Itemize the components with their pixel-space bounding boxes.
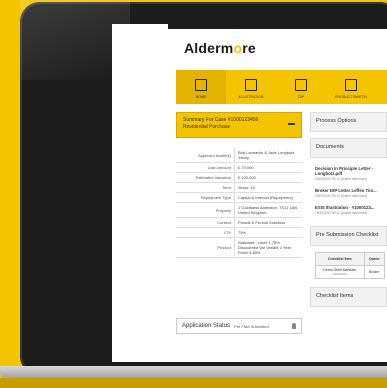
table-row: Repayment Type Capital & Interest (Repaym… (176, 192, 302, 203)
nav-product-switch[interactable]: PRODUCT SWITCH (326, 70, 376, 104)
nav-dip-label: DIP (298, 94, 304, 99)
case-summary-subtitle: Residential Purchase (183, 124, 231, 130)
checklist-header[interactable]: Pre Submission Checklist (310, 226, 387, 246)
table-row: Product Standard - Level 1 75% Discounted… (176, 237, 302, 258)
screen-left-margin (112, 24, 168, 362)
document-item[interactable]: ESIS Illustration - #1000123... 15/09/202… (310, 203, 387, 220)
application-status-value: Pre FMA Submitted (234, 323, 269, 329)
table-row: Property 1 Goldhaws Alderston, TS11 1AB U… (176, 202, 302, 218)
document-item[interactable]: Broker DIP Letter Leffen Tim... 15/09/202… (310, 186, 387, 203)
case-summary-title: Summary For Case #1000123456 (183, 117, 259, 123)
main-navigation: HOME ILLUSTRATION DIP PRODUCT SWITCH (176, 70, 387, 104)
documents-header[interactable]: Documents (310, 138, 387, 158)
house-check-icon (295, 78, 307, 91)
case-summary-header[interactable]: Summary For Case #1000123456 Residential… (176, 112, 302, 138)
table-header-row: Checklist Item Owner (315, 252, 386, 266)
nav-illustration-label: ILLUSTRATION (238, 94, 264, 99)
table-row: Estimated Valuation £ 100,000 (176, 172, 302, 183)
table-row: Direct Debit Mandate 15/09/2020 Broker (315, 265, 386, 279)
table-row: Applicant Name(s) Bob Leonardo & Jade Lon… (176, 148, 302, 163)
document-item[interactable]: Decision In Principle Letter - Longbotz.… (310, 164, 387, 186)
collapse-icon[interactable] (288, 123, 295, 125)
case-details-table: Applicant Name(s) Bob Leonardo & Jade Lon… (176, 148, 302, 258)
door-icon (345, 78, 357, 91)
table-row: Term Years: 15 (176, 182, 302, 193)
nav-product-switch-label: PRODUCT SWITCH (334, 94, 368, 99)
application-status[interactable]: Application Status Pre FMA Submitted (176, 318, 302, 334)
nav-illustration[interactable]: ILLUSTRATION (226, 70, 276, 104)
checklist-items-header[interactable]: Checklist Items (310, 287, 387, 307)
nav-home-label: HOME (195, 94, 207, 99)
table-row: Context Pursuit & Pursuit Solicitors (176, 217, 302, 228)
aldermore-logo[interactable]: Aldermore (184, 40, 256, 56)
application-status-label: Application Status (182, 323, 231, 329)
table-row: Loan amount £ 79,000 (176, 162, 302, 173)
document-plus-icon (245, 78, 257, 91)
pin-icon[interactable] (292, 323, 296, 329)
home-icon (195, 78, 207, 91)
laptop-base-shadow (0, 378, 387, 388)
table-row: LTV 79% (176, 227, 302, 238)
nav-home[interactable]: HOME (176, 70, 226, 104)
right-column: Process Options Documents Decision In Pr… (310, 112, 387, 313)
nav-dip[interactable]: DIP (276, 70, 326, 104)
checklist-table: Checklist Item Owner Direct Debit Mandat… (315, 252, 386, 279)
process-options-header[interactable]: Process Options (310, 112, 387, 132)
